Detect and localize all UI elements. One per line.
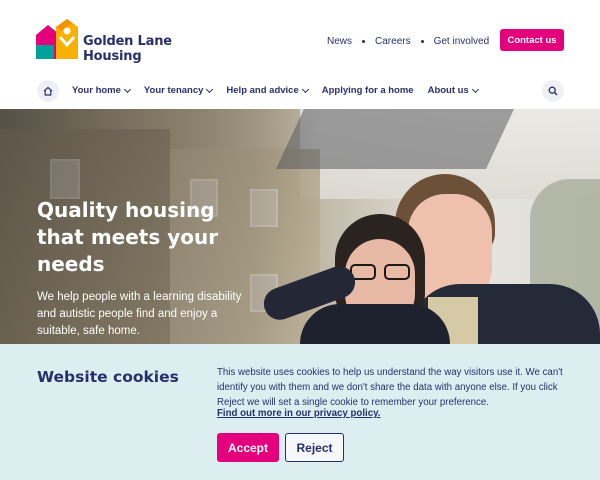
logo-line-1: Golden Lane <box>83 34 172 49</box>
chevron-down-icon <box>206 85 214 93</box>
nav-item-label: Applying for a home <box>321 85 414 96</box>
site-logo[interactable]: Golden Lane Housing <box>36 19 186 64</box>
search-icon <box>548 86 558 96</box>
accept-cookies-button[interactable]: Accept <box>217 433 279 462</box>
chevron-down-icon <box>471 85 479 93</box>
main-nav: Your home Your tenancy Help and advice A… <box>0 78 600 109</box>
reject-cookies-button[interactable]: Reject <box>285 433 344 462</box>
news-link[interactable]: News <box>327 36 352 47</box>
utility-links: News Careers Get involved <box>327 34 489 48</box>
nav-item-label: About us <box>427 85 469 96</box>
nav-items: Your home Your tenancy Help and advice A… <box>72 85 492 96</box>
logo-wordmark: Golden Lane Housing <box>83 34 172 64</box>
hero-person-coat <box>300 304 450 344</box>
nav-item-label: Your tenancy <box>143 85 204 96</box>
nav-item-help-and-advice[interactable]: Help and advice <box>226 85 309 96</box>
cookie-banner-title: Website cookies <box>37 368 179 386</box>
search-button[interactable] <box>542 80 564 102</box>
careers-link[interactable]: Careers <box>375 36 411 47</box>
chevron-down-icon <box>123 85 131 93</box>
cookie-banner: Website cookies This website uses cookie… <box>0 344 600 480</box>
nav-item-applying-for-a-home[interactable]: Applying for a home <box>322 85 414 96</box>
nav-item-label: Help and advice <box>226 85 299 96</box>
hero-title: Quality housing that meets your needs <box>37 198 219 276</box>
logo-house-icon <box>36 19 78 59</box>
chevron-down-icon <box>301 85 309 93</box>
nav-item-about-us[interactable]: About us <box>427 85 479 96</box>
nav-item-your-home[interactable]: Your home <box>72 85 131 96</box>
home-button[interactable] <box>37 80 59 102</box>
separator-dot <box>420 39 424 43</box>
contact-us-button[interactable]: Contact us <box>500 29 564 51</box>
nav-item-label: Your home <box>72 85 121 96</box>
nav-item-your-tenancy[interactable]: Your tenancy <box>143 85 214 96</box>
logo-line-2: Housing <box>83 49 142 64</box>
site-header: Golden Lane Housing News Careers Get inv… <box>0 0 600 78</box>
get-involved-link[interactable]: Get involved <box>434 36 490 47</box>
separator-dot <box>362 39 366 43</box>
glasses-icon <box>348 264 412 280</box>
hero-subtitle: We help people with a learning disabilit… <box>37 291 242 337</box>
home-icon <box>43 86 53 96</box>
privacy-policy-link[interactable]: Find out more in our privacy policy. <box>217 408 380 419</box>
cookie-banner-text: This website uses cookies to help us und… <box>217 367 563 408</box>
